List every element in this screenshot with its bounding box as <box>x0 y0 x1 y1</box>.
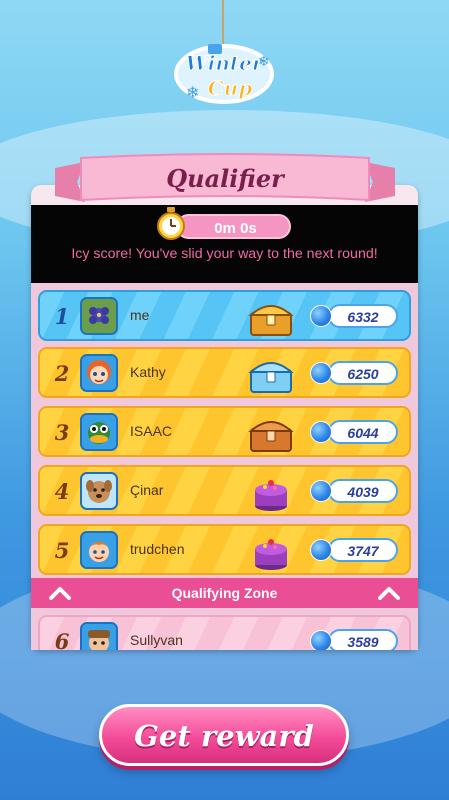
score-pill: 6250 <box>310 361 398 385</box>
score-value: 3589 <box>347 634 379 650</box>
player-name: Kathy <box>130 364 166 380</box>
score-pill: 3747 <box>310 538 398 562</box>
leaderboard-row[interactable]: 2 Kathy 6250 <box>38 347 411 398</box>
silver-chest-icon <box>247 354 295 396</box>
boy-avatar <box>80 531 118 569</box>
rank-number: 3 <box>54 420 70 445</box>
score-pill: 6332 <box>310 304 398 328</box>
rank-number: 2 <box>54 361 70 386</box>
chevron-up-icon <box>378 587 400 600</box>
svg-text:❄: ❄ <box>258 53 270 69</box>
player-name: trudchen <box>130 541 185 557</box>
status-message: Icy score! You've slid your way to the n… <box>71 246 378 262</box>
candy-icon <box>310 480 332 502</box>
rank-number: 5 <box>54 538 70 563</box>
rank-number: 4 <box>54 479 70 504</box>
player-name: Çinar <box>130 482 164 498</box>
panel-title: Qualifier <box>166 164 284 193</box>
leaderboard-row[interactable]: 5 trudchen 3747 <box>38 524 411 575</box>
svg-text:❄: ❄ <box>186 85 199 102</box>
leaderboard-row[interactable]: 6 Sullyvan 3589 <box>38 615 411 650</box>
flower-avatar <box>80 297 118 335</box>
leaderboard-row[interactable]: 4 Çinar 4039 <box>38 465 411 516</box>
score-value: 4039 <box>347 484 379 500</box>
timer-text: 0m 0s <box>214 220 257 237</box>
leaderboard-list[interactable]: 1 me 6332 2 Kathy 6250 3 ISAAC 6044 4 Çi… <box>31 283 418 650</box>
timer-badge: 0m 0s <box>176 214 291 239</box>
candy-icon <box>310 630 332 650</box>
score-box: 3747 <box>328 538 398 562</box>
qualifying-zone-label: Qualifying Zone <box>171 585 278 601</box>
score-box: 6332 <box>328 304 398 328</box>
score-box: 6250 <box>328 361 398 385</box>
player-name: ISAAC <box>130 423 173 439</box>
get-reward-button[interactable]: Get reward <box>99 704 349 766</box>
score-pill: 6044 <box>310 420 398 444</box>
winter-cup-logo: Winter Cup ❄ ❄ <box>172 40 276 106</box>
score-pill: 3589 <box>310 629 398 650</box>
bronze-chest-icon <box>247 413 295 455</box>
dog-avatar <box>80 472 118 510</box>
title-ribbon: Qualifier <box>55 152 395 210</box>
cake-icon <box>247 472 295 514</box>
girl-avatar <box>80 354 118 392</box>
score-value: 6250 <box>347 366 379 382</box>
leaderboard-row[interactable]: 1 me 6332 <box>38 290 411 341</box>
old-man-avatar <box>80 622 118 650</box>
candy-icon <box>310 305 332 327</box>
candy-icon <box>310 362 332 384</box>
cake-icon <box>247 531 295 573</box>
candy-icon <box>310 539 332 561</box>
duck-avatar <box>80 413 118 451</box>
logo-line2: Cup <box>208 76 252 100</box>
stopwatch-icon <box>156 207 186 241</box>
candy-icon <box>310 421 332 443</box>
score-value: 6332 <box>347 309 379 325</box>
qualifying-zone-divider: Qualifying Zone <box>31 578 418 608</box>
leaderboard-row[interactable]: 3 ISAAC 6044 <box>38 406 411 457</box>
score-value: 6044 <box>347 425 379 441</box>
gold-chest-icon <box>247 297 295 339</box>
score-pill: 4039 <box>310 479 398 503</box>
player-name: me <box>130 307 150 323</box>
score-box: 3589 <box>328 629 398 650</box>
score-box: 4039 <box>328 479 398 503</box>
player-name: Sullyvan <box>130 632 183 648</box>
rank-number: 6 <box>54 629 70 650</box>
score-value: 3747 <box>347 543 379 559</box>
rank-number: 1 <box>54 304 70 329</box>
logo-line1: Winter <box>186 51 264 75</box>
score-box: 6044 <box>328 420 398 444</box>
get-reward-label: Get reward <box>134 719 314 753</box>
